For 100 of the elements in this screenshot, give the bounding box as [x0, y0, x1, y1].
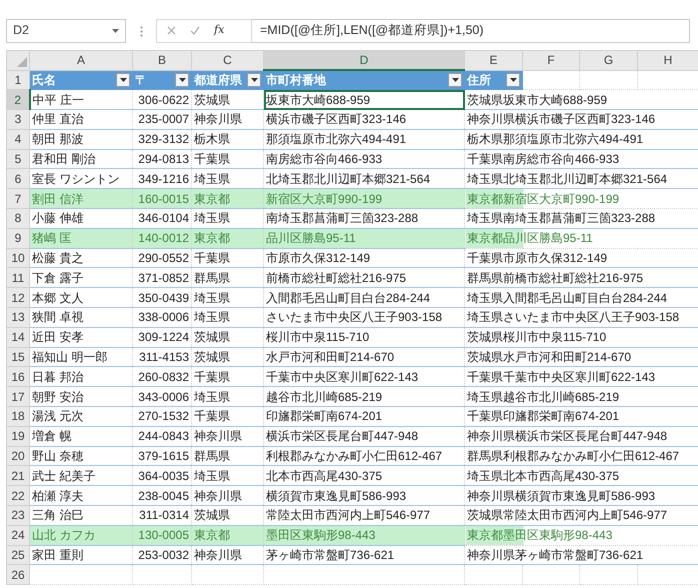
table-cell: 坂東市大崎688-959	[264, 90, 464, 110]
row-header[interactable]: 3	[6, 110, 30, 130]
table-cell: 日暮 邦治	[30, 366, 132, 387]
row-header[interactable]: 1	[6, 70, 30, 90]
header-label: 住所	[467, 72, 491, 89]
filter-button[interactable]	[506, 72, 520, 87]
dropdown-caret-icon	[112, 28, 119, 32]
row-header[interactable]: 15	[6, 347, 30, 367]
table-cell: 306-0622	[132, 90, 192, 110]
table-cell: 横浜市磯子区西町323-146	[264, 110, 464, 130]
table-cell: 346-0104	[132, 208, 192, 228]
row-header[interactable]: 11	[6, 268, 30, 288]
table-cell: 290-0552	[132, 248, 192, 268]
table-cell: 260-0832	[132, 366, 192, 387]
table-cell: 狭間 卓視	[30, 308, 132, 328]
table-cell: 神奈川県	[192, 426, 264, 446]
row-header[interactable]: 7	[6, 188, 30, 209]
table-cell: 下倉 露子	[30, 268, 132, 288]
caret-icon	[452, 78, 458, 82]
table-cell: 309-1224	[132, 327, 192, 348]
table-cell: 朝田 那波	[30, 129, 132, 150]
row-header[interactable]: 4	[6, 129, 30, 150]
table-cell: 神奈川県	[192, 545, 264, 565]
table-cell: 前橋市総社町総社216-975	[264, 268, 464, 288]
column-header[interactable]: E	[464, 50, 522, 70]
table-cell: 市原市久保312-149	[264, 248, 464, 268]
row-header[interactable]: 9	[6, 228, 30, 248]
column-header[interactable]: F	[522, 50, 580, 70]
table-cell: 千葉県	[192, 406, 264, 426]
row-header[interactable]: 21	[6, 466, 30, 486]
table-cell: 茅ヶ崎市常盤町736-621	[264, 545, 464, 565]
table-cell: 埼玉県	[192, 386, 264, 407]
table-cell: 山北 カフカ	[30, 525, 132, 546]
filter-button[interactable]	[116, 72, 130, 87]
row-header[interactable]: 24	[6, 525, 30, 546]
table-cell: 三角 治巳	[30, 506, 132, 526]
row-header[interactable]: 19	[6, 426, 30, 446]
row-header[interactable]: 17	[6, 386, 30, 407]
insert-function-button[interactable]: fx	[214, 22, 224, 39]
table-cell: 311-4153	[132, 347, 192, 367]
row-header[interactable]: 25	[6, 545, 30, 565]
table-cell: 群馬県	[192, 268, 264, 288]
table-cell: 福知山 明一郎	[30, 347, 132, 367]
table-cell: さいたま市中央区八王子903-158	[264, 308, 464, 328]
column-header[interactable]: C	[192, 50, 264, 70]
table-cell: 160-0015	[132, 188, 192, 209]
row-header[interactable]: 22	[6, 486, 30, 506]
column-header[interactable]: A	[30, 50, 132, 70]
check-icon[interactable]	[190, 26, 200, 35]
table-cell: 本郷 文人	[30, 288, 132, 308]
row-header[interactable]: 23	[6, 506, 30, 526]
row-header[interactable]: 12	[6, 288, 30, 308]
table-cell: 朝野 安治	[30, 386, 132, 407]
row-header[interactable]: 26	[6, 564, 30, 585]
table-cell: 増倉 幌	[30, 426, 132, 446]
column-header[interactable]: H	[638, 50, 698, 70]
row-header[interactable]: 6	[6, 168, 30, 189]
table-cell: 利根郡みなかみ町小仁田612-467	[264, 446, 464, 466]
table-cell: 武士 紀美子	[30, 466, 132, 486]
table-cell: 茨城県	[192, 90, 264, 110]
row-header[interactable]: 5	[6, 149, 30, 169]
row-header[interactable]: 10	[6, 248, 30, 268]
table-cell: 東京都	[192, 188, 264, 209]
table-cell: 茨城県	[192, 347, 264, 367]
table-cell: 入間郡毛呂山町目白台284-244	[264, 288, 464, 308]
row-header[interactable]: 2	[6, 90, 30, 110]
column-header[interactable]: D	[264, 50, 464, 70]
filter-button[interactable]	[247, 72, 261, 87]
table-cell: 130-0005	[132, 525, 192, 546]
table-cell: 松藤 貴之	[30, 248, 132, 268]
name-box[interactable]: D2	[6, 18, 126, 42]
row-header[interactable]: 13	[6, 308, 30, 328]
table-cell: 埼玉県	[192, 466, 264, 486]
formula-field[interactable]: =MID([@住所],LEN([@都道府県])+1,50)	[252, 18, 690, 42]
row-header[interactable]: 20	[6, 446, 30, 466]
table-cell: 桜川市中泉115-710	[264, 327, 464, 348]
column-header[interactable]: G	[580, 50, 638, 70]
table-cell: 東京都	[192, 228, 264, 248]
table-cell: 君和田 剛治	[30, 149, 132, 169]
table-cell: 238-0045	[132, 486, 192, 506]
filter-button[interactable]	[448, 73, 462, 88]
filter-button[interactable]	[175, 72, 189, 87]
row-header[interactable]: 18	[6, 406, 30, 426]
row-header[interactable]: 8	[6, 208, 30, 228]
table-cell: 千葉県	[192, 149, 264, 169]
row-header[interactable]: 14	[6, 327, 30, 348]
row-header[interactable]: 16	[6, 366, 30, 387]
column-header[interactable]: B	[132, 50, 192, 70]
table-cell: 311-0314	[132, 506, 192, 526]
table-cell: 343-0006	[132, 386, 192, 407]
caret-icon	[510, 78, 516, 82]
table-cell: 270-1532	[132, 406, 192, 426]
table-cell: 近田 安孝	[30, 327, 132, 348]
caret-icon	[120, 78, 126, 82]
table-cell: 猪嶋 匡	[30, 228, 132, 248]
table-cell: 埼玉県	[192, 288, 264, 308]
table-cell: 神奈川県	[192, 110, 264, 130]
table-cell: 南埼玉郡菖蒲町三箇323-288	[264, 208, 464, 228]
table-cell: 越谷市北川崎685-219	[264, 386, 464, 407]
table-cell: 東京都	[192, 525, 264, 546]
